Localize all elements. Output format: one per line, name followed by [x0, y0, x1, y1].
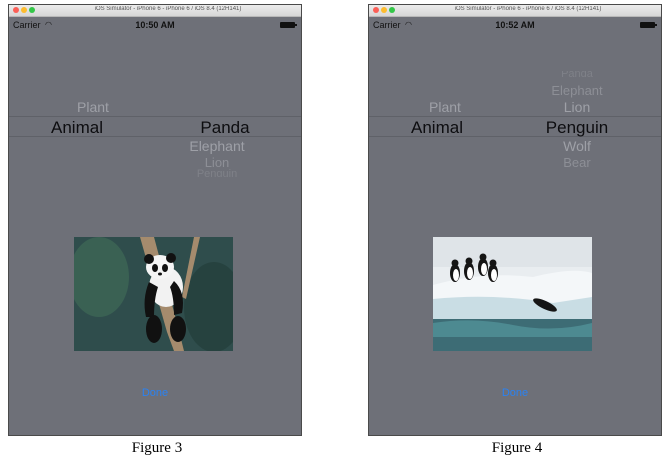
picker-item[interactable]: Elephant [527, 83, 627, 98]
status-bar: Carrier ◠ 10:52 AM [369, 17, 661, 33]
simulator-title: iOS Simulator - iPhone 6 - iPhone 6 / iO… [94, 6, 242, 12]
figure-caption: Figure 4 [491, 440, 543, 456]
simulator-title-bar: iOS Simulator - iPhone 6 - iPhone 6 / iO… [9, 5, 301, 17]
picker-item[interactable]: Penguin [167, 168, 267, 177]
picker-item[interactable]: Bear [527, 155, 627, 170]
close-window-button[interactable] [13, 7, 19, 13]
zoom-window-button[interactable] [389, 7, 395, 13]
picker-item[interactable]: Panda [527, 71, 627, 79]
picker-selection-top-line [369, 116, 661, 117]
panda-photo [74, 237, 233, 351]
close-window-button[interactable] [373, 7, 379, 13]
battery-icon [640, 22, 657, 28]
done-button[interactable]: Done [369, 387, 661, 399]
picker-item[interactable]: Wolf [527, 138, 627, 154]
picker-item[interactable]: Plant [405, 99, 485, 115]
zoom-window-button[interactable] [29, 7, 35, 13]
picker-selected-item[interactable]: Animal [397, 118, 477, 138]
simulator-title: iOS Simulator - iPhone 6 - iPhone 6 / iO… [454, 6, 602, 12]
penguin-photo [433, 237, 592, 351]
picker-selected-item[interactable]: Animal [37, 118, 117, 138]
simulator-title-bar: iOS Simulator - iPhone 6 - iPhone 6 / iO… [369, 5, 661, 17]
picker-item[interactable]: Elephant [167, 138, 267, 154]
picker-selection-top-line [9, 116, 301, 117]
picker-selected-item[interactable]: Panda [175, 118, 275, 138]
done-button[interactable]: Done [9, 387, 301, 399]
status-time: 10:52 AM [495, 20, 535, 30]
simulator-window-figure-4: iOS Simulator - iPhone 6 - iPhone 6 / iO… [368, 4, 662, 436]
picker-item[interactable]: Plant [53, 99, 133, 115]
picker-selected-item[interactable]: Penguin [527, 118, 627, 138]
picker-item[interactable]: Lion [527, 99, 627, 115]
figure-caption: Figure 3 [131, 440, 183, 456]
simulator-window-figure-3: iOS Simulator - iPhone 6 - iPhone 6 / iO… [8, 4, 302, 436]
minimize-window-button[interactable] [21, 7, 27, 13]
status-bar: Carrier ◠ 10:50 AM [9, 17, 301, 33]
status-time: 10:50 AM [135, 20, 175, 30]
minimize-window-button[interactable] [381, 7, 387, 13]
battery-icon [280, 22, 297, 28]
